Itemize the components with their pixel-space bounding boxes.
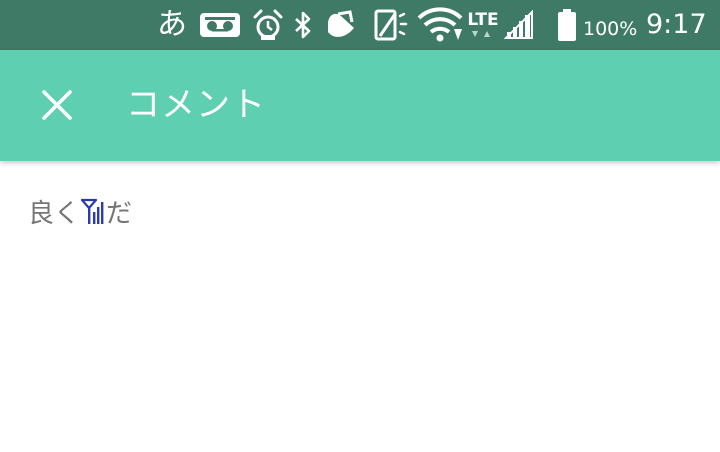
status-bar-clock: 9:17 — [646, 9, 707, 40]
wifi-icon — [416, 0, 464, 50]
voicemail-icon — [199, 0, 241, 50]
status-bar: あ LTE 100% 9:17 — [0, 0, 720, 50]
comment-text: 良く だ — [28, 191, 132, 231]
lte-label: LTE — [467, 10, 499, 30]
app-notification-icon — [322, 0, 360, 50]
app-bar: コメント — [0, 50, 720, 161]
close-icon — [42, 90, 72, 120]
lte-icon: LTE — [465, 0, 501, 50]
comment-content: 良く だ — [0, 161, 720, 452]
battery-percentage: 100% — [583, 18, 638, 40]
alarm-icon — [250, 0, 286, 50]
ime-indicator: あ — [157, 7, 187, 42]
comment-text-after: だ — [106, 198, 133, 229]
page-title: コメント — [126, 85, 266, 125]
cell-signal-icon — [502, 0, 534, 50]
antenna-signal-icon — [81, 197, 105, 225]
battery-icon — [556, 0, 578, 50]
bluetooth-icon — [290, 0, 316, 50]
screen-rotation-icon — [372, 0, 410, 50]
comment-text-before: 良く — [28, 198, 81, 229]
close-button[interactable] — [28, 76, 86, 134]
